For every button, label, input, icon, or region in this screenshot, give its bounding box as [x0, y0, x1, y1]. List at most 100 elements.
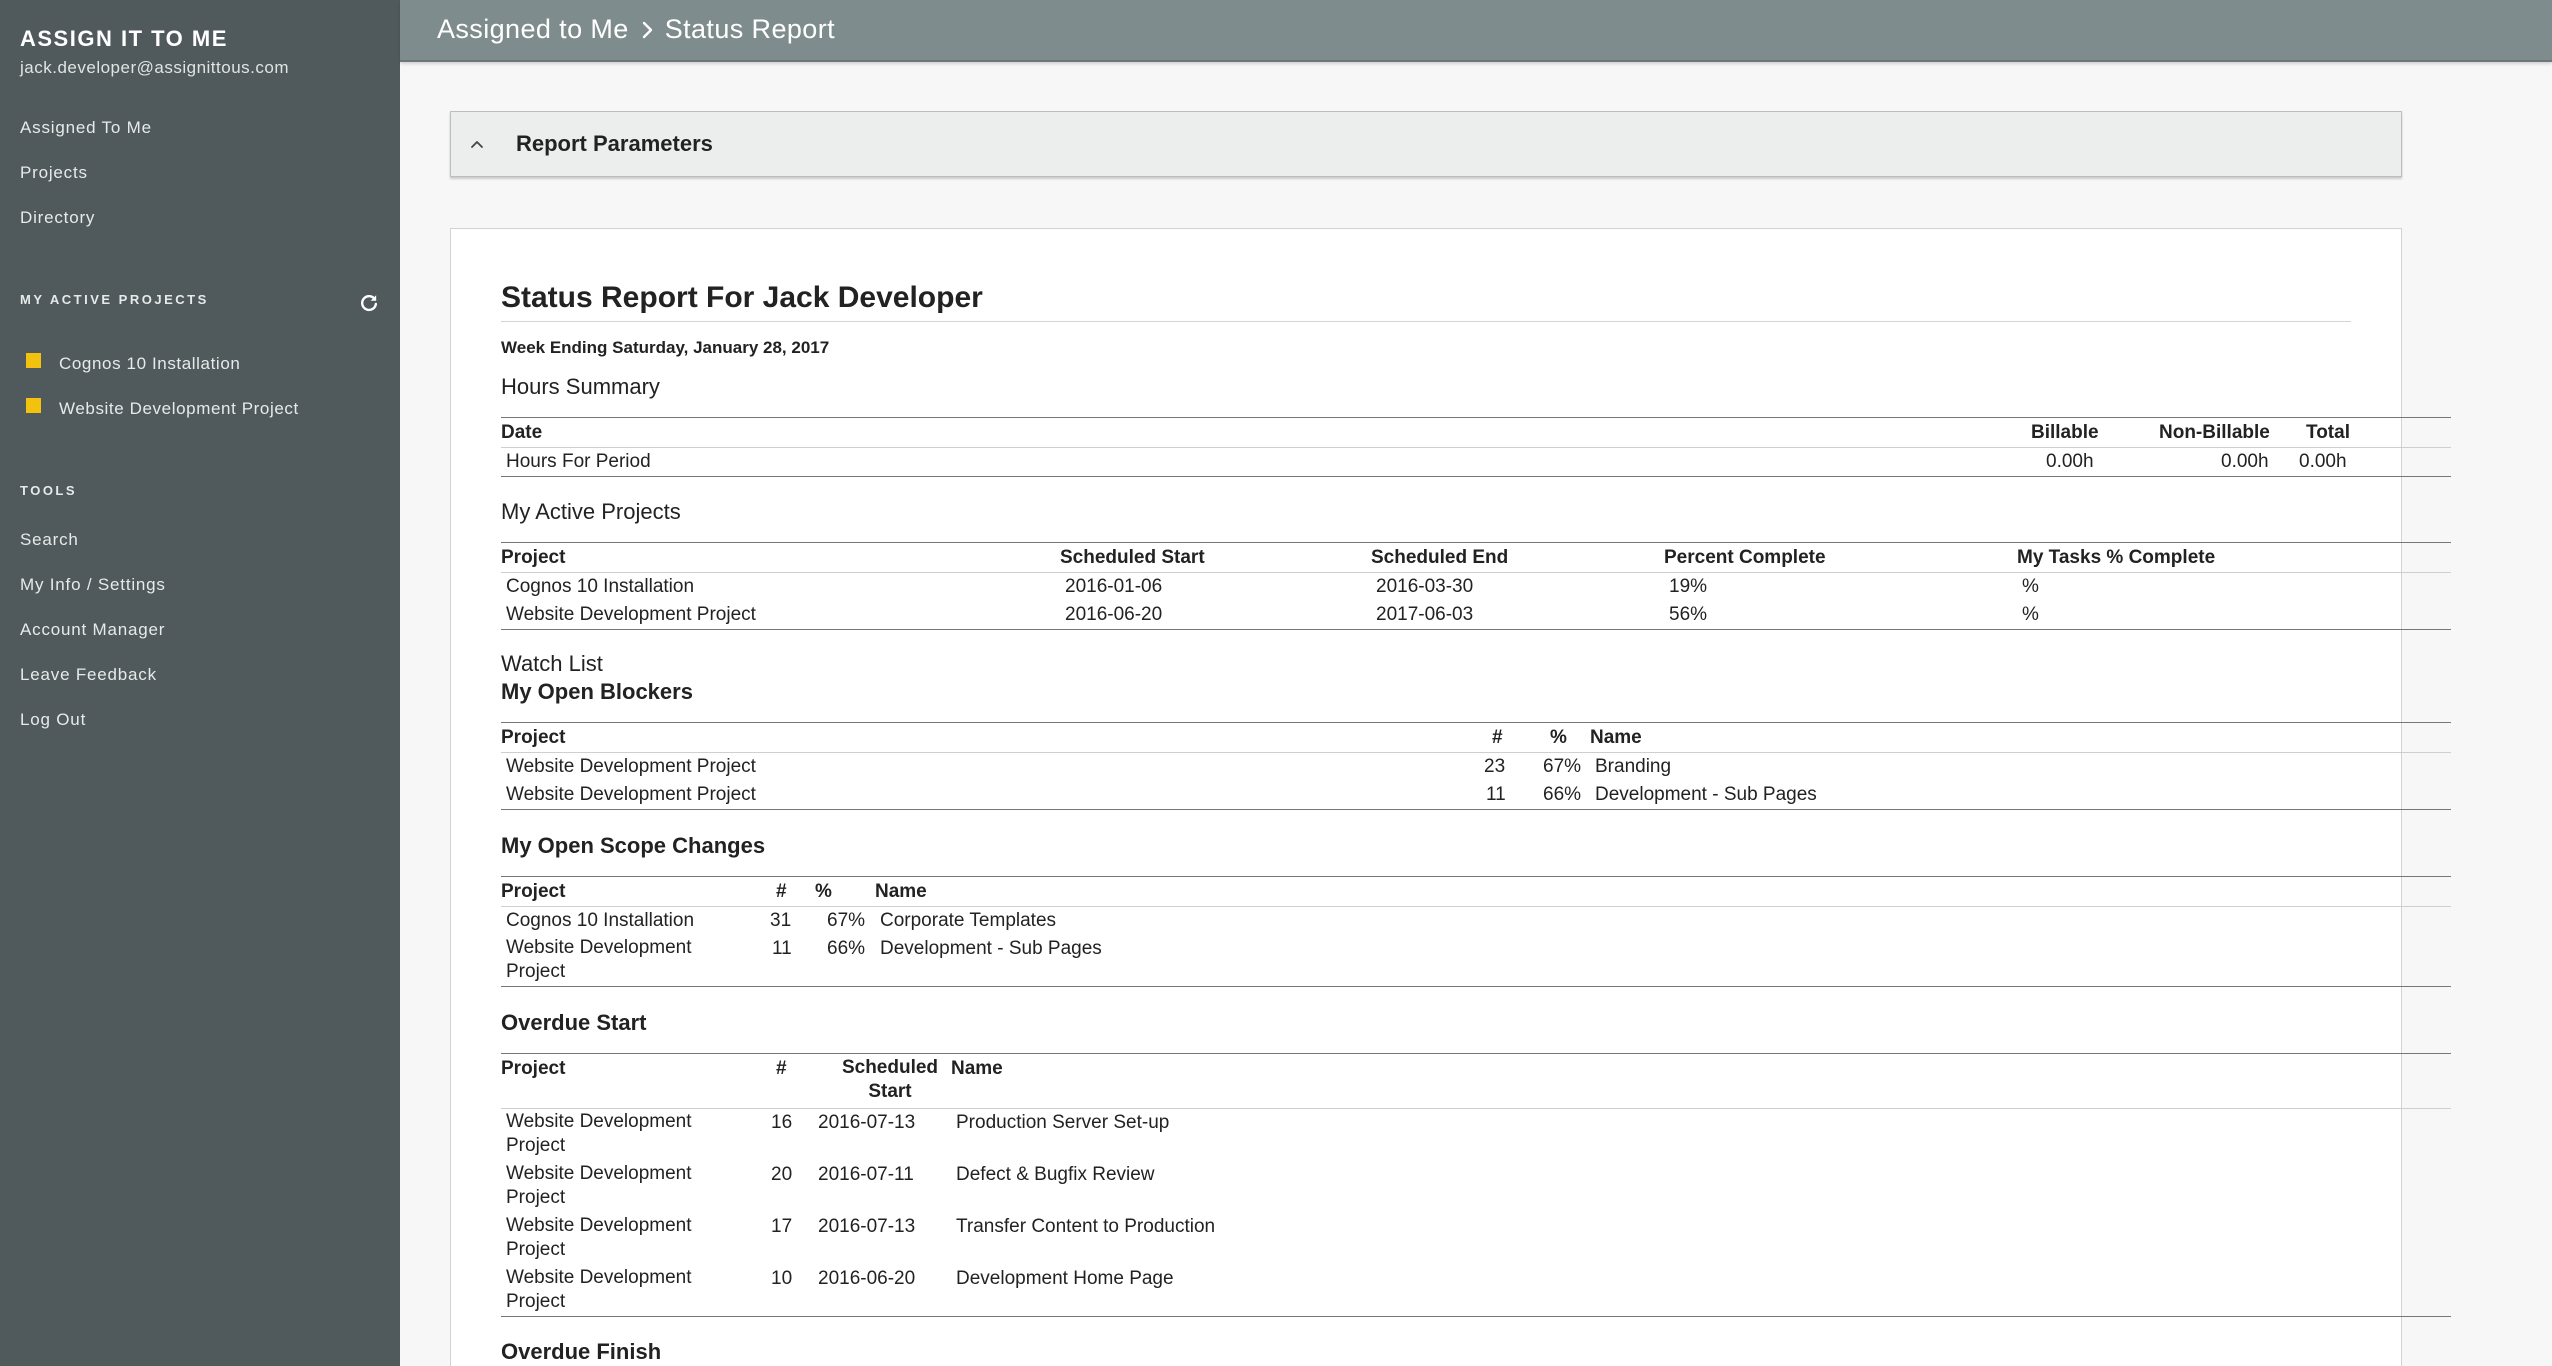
col-percent-complete: Percent Complete [1664, 547, 1826, 568]
nav-my-info-settings[interactable]: My Info / Settings [20, 575, 166, 595]
overdue-row-name: Defect & Bugfix Review [956, 1164, 1155, 1185]
nav-account-manager[interactable]: Account Manager [20, 620, 165, 640]
overdue-row-start: 2016-07-11 [818, 1164, 914, 1185]
overdue-row-project: Website Development Project [506, 1215, 692, 1260]
scope-row-name: Development - Sub Pages [880, 938, 1102, 959]
table-rule [501, 1108, 2451, 1109]
overdue-row-name: Development Home Page [956, 1268, 1174, 1289]
sidebar-project-website[interactable]: Website Development Project [26, 397, 299, 419]
sidebar-project-label: Website Development Project [59, 399, 299, 418]
chevron-up-icon[interactable] [467, 134, 487, 154]
overdue-row-project: Website Development Project [506, 1163, 692, 1208]
table-rule [501, 906, 2451, 907]
scope-row-percent: 67% [827, 910, 866, 931]
chevron-right-icon [642, 21, 652, 38]
scope-row-number: 31 [770, 910, 792, 931]
col-date: Date [501, 422, 543, 443]
overdue-start-heading: Overdue Start [501, 1010, 647, 1035]
project-color-swatch [26, 397, 41, 413]
active-row-project: Website Development Project [506, 604, 756, 625]
col-name: Name [1590, 727, 1642, 748]
hours-summary-heading: Hours Summary [501, 374, 660, 399]
nav-log-out[interactable]: Log Out [20, 710, 86, 730]
table-rule [501, 986, 2451, 987]
col-percent: % [815, 881, 832, 902]
open-scope-changes-heading: My Open Scope Changes [501, 833, 766, 858]
col-project: Project [501, 1058, 566, 1079]
active-row-percent: 19% [1669, 576, 1708, 597]
sidebar-project-cognos[interactable]: Cognos 10 Installation [26, 352, 241, 374]
col-project: Project [501, 881, 566, 902]
report-parameters-panel[interactable]: Report Parameters [450, 111, 2402, 177]
overdue-finish-heading: Overdue Finish [501, 1339, 662, 1364]
sidebar-project-label: Cognos 10 Installation [59, 354, 241, 373]
table-rule [501, 809, 2451, 810]
overdue-row-name: Production Server Set-up [956, 1112, 1170, 1133]
table-rule [501, 876, 2451, 877]
table-rule [501, 476, 2451, 477]
blocker-row-percent: 67% [1543, 756, 1582, 777]
breadcrumb-status-report: Status Report [664, 14, 835, 44]
active-row-percent: 56% [1669, 604, 1708, 625]
table-rule [501, 417, 2451, 418]
refresh-icon[interactable] [358, 292, 380, 314]
active-row-end: 2017-06-03 [1376, 604, 1474, 625]
active-projects-heading: MY ACTIVE PROJECTS [20, 292, 209, 307]
col-non-billable: Non-Billable [2159, 422, 2270, 443]
col-total: Total [2306, 422, 2350, 443]
active-row-start: 2016-01-06 [1065, 576, 1163, 597]
col-project: Project [501, 547, 566, 568]
open-blockers-heading: My Open Blockers [501, 679, 693, 704]
table-rule [501, 629, 2451, 630]
overdue-row-project: Website Development Project [506, 1267, 692, 1312]
col-name: Name [875, 881, 927, 902]
col-number: # [776, 1058, 787, 1079]
overdue-row-start: 2016-07-13 [818, 1216, 916, 1237]
table-rule [501, 1316, 2451, 1317]
watch-list-heading: Watch List [501, 651, 603, 676]
blocker-row-percent: 66% [1543, 784, 1582, 805]
user-email: jack.developer@assignittous.com [20, 58, 289, 77]
overdue-row-name: Transfer Content to Production [956, 1216, 1216, 1237]
breadcrumb: Assigned to Me Status Report [437, 14, 835, 45]
overdue-row-number: 20 [771, 1164, 793, 1185]
nav-search[interactable]: Search [20, 530, 79, 550]
nav-leave-feedback[interactable]: Leave Feedback [20, 665, 157, 685]
active-row-end: 2016-03-30 [1376, 576, 1474, 597]
blocker-row-project: Website Development Project [506, 756, 756, 777]
app-brand[interactable]: ASSIGN IT TO ME [20, 26, 228, 52]
col-project: Project [501, 727, 566, 748]
report-parameters-title: Report Parameters [516, 131, 713, 156]
nav-projects[interactable]: Projects [20, 163, 88, 183]
project-color-swatch [26, 352, 41, 368]
blocker-row-name: Development - Sub Pages [1595, 784, 1817, 805]
title-divider [501, 321, 2351, 322]
blocker-row-number: 11 [1486, 784, 1506, 805]
breadcrumb-assigned-to-me[interactable]: Assigned to Me [437, 14, 629, 45]
table-rule [501, 722, 2451, 723]
overdue-row-number: 10 [771, 1268, 793, 1289]
table-rule [501, 752, 2451, 753]
hours-billable: 0.00h [2046, 451, 2094, 472]
nav-directory[interactable]: Directory [20, 208, 95, 228]
table-rule [501, 447, 2451, 448]
nav-assigned-to-me[interactable]: Assigned To Me [20, 118, 152, 138]
overdue-row-start: 2016-06-20 [818, 1268, 916, 1289]
col-number: # [1492, 727, 1503, 748]
col-scheduled-end: Scheduled End [1371, 547, 1509, 568]
overdue-row-project: Website Development Project [506, 1111, 692, 1156]
col-number: # [776, 881, 787, 902]
scope-row-number: 11 [772, 938, 792, 959]
scope-row-project: Website Development Project [506, 937, 692, 982]
week-ending: Week Ending Saturday, January 28, 2017 [501, 338, 830, 357]
col-name: Name [951, 1058, 1003, 1079]
blocker-row-number: 23 [1484, 756, 1506, 777]
hours-total: 0.00h [2299, 451, 2347, 472]
scope-row-project: Cognos 10 Installation [506, 910, 695, 931]
scope-row-name: Corporate Templates [880, 910, 1057, 931]
tools-heading: TOOLS [20, 483, 78, 498]
col-scheduled-start: Scheduled Start [1060, 547, 1205, 568]
active-row-start: 2016-06-20 [1065, 604, 1163, 625]
table-rule [501, 542, 2451, 543]
col-billable: Billable [2031, 422, 2099, 443]
